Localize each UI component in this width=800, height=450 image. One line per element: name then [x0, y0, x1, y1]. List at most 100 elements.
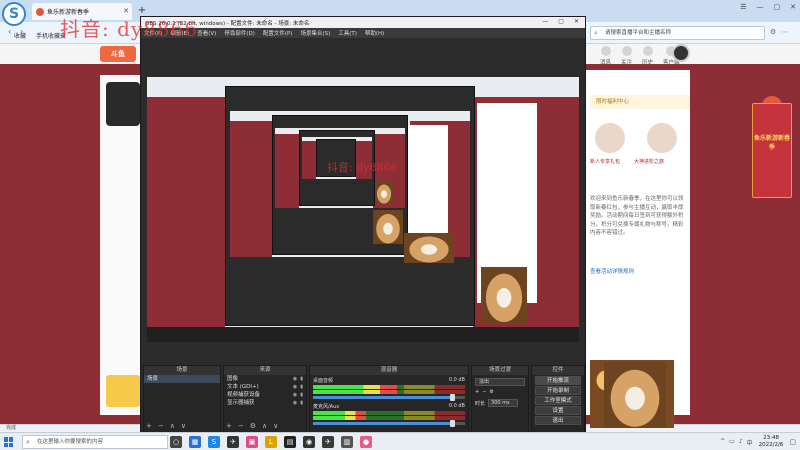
tab-close-icon[interactable]: ✕ — [123, 7, 129, 15]
scene-item[interactable]: 场景 — [144, 375, 220, 383]
app-icon[interactable]: ✈ — [227, 436, 239, 448]
lock-icon[interactable]: ▮ — [300, 399, 303, 407]
app-icon[interactable]: ● — [360, 436, 372, 448]
feature-row[interactable]: 限时福利中心 — [590, 95, 690, 109]
add-icon[interactable]: + — [475, 389, 479, 395]
streamer-avatar[interactable] — [106, 82, 140, 126]
browser-tab[interactable]: 鱼乐新游新春季 ✕ — [32, 3, 132, 20]
settings-button[interactable]: 设置 — [535, 406, 581, 415]
user-avatar[interactable] — [672, 44, 690, 62]
exit-button[interactable]: 退出 — [535, 416, 581, 425]
volume-icon[interactable]: ♪ — [739, 438, 743, 447]
windows-start-icon[interactable] — [4, 437, 14, 447]
volume-slider[interactable] — [313, 394, 465, 401]
remove-icon[interactable]: − — [238, 422, 244, 430]
menu-item-help[interactable]: 帮助(H) — [365, 29, 384, 37]
add-icon[interactable]: + — [226, 422, 232, 430]
lock-icon[interactable]: ▮ — [300, 391, 303, 399]
bookmark-label[interactable]: 收藏 — [14, 31, 26, 40]
chevron-down-icon[interactable]: ∨ — [273, 422, 278, 430]
captured-webcam — [373, 210, 403, 244]
app-icon[interactable]: ✈ — [322, 436, 334, 448]
menu-item-edit[interactable]: 编辑(E) — [170, 29, 189, 37]
menu-item-profile[interactable]: 配置文件(P) — [263, 29, 293, 37]
browser-window-controls: ☰ — ▢ ✕ — [740, 3, 796, 11]
browser-app-icon[interactable]: S — [208, 436, 220, 448]
close-icon[interactable]: ✕ — [790, 3, 796, 11]
more-icon[interactable]: ⋯ — [781, 28, 788, 36]
eye-icon[interactable]: ◉ — [293, 375, 297, 383]
app-icon[interactable]: ▦ — [189, 436, 201, 448]
nav-item-messages[interactable]: 消息 — [600, 44, 611, 66]
gear-icon[interactable]: ⚙ — [489, 389, 493, 395]
app-icon[interactable]: L — [265, 436, 277, 448]
remove-icon[interactable]: − — [158, 422, 164, 430]
nav-item-follow[interactable]: 关注 — [621, 44, 632, 66]
volume-slider-knob[interactable] — [449, 420, 455, 427]
gear-icon[interactable]: ⚙ — [250, 422, 256, 430]
ad-banner[interactable]: 鱼乐新游新春季 — [752, 103, 792, 198]
menu-item-view[interactable]: 查看(V) — [197, 29, 216, 37]
content-link[interactable]: 查看活动详情规则 — [590, 267, 634, 275]
clock-icon — [642, 46, 653, 56]
source-item[interactable]: 显示器捕获 ◉ ▮ — [224, 399, 306, 407]
site-logo[interactable]: 斗鱼 — [100, 46, 136, 62]
duration-input[interactable]: 300 ms — [488, 399, 519, 407]
menu-item-scene-collection[interactable]: 场景集合(S) — [300, 29, 330, 37]
ime-icon[interactable]: 中 — [747, 438, 753, 447]
minimize-icon[interactable]: — — [542, 18, 548, 25]
source-item[interactable]: 视频捕获设备 ◉ ▮ — [224, 391, 306, 399]
controls-dock-header: 控件 — [532, 366, 584, 375]
clock[interactable]: 23:48 2022/2/6 — [759, 435, 784, 449]
volume-slider[interactable] — [313, 420, 465, 427]
obs-app-icon[interactable]: ◉ — [303, 436, 315, 448]
feature-avatar[interactable] — [647, 123, 677, 153]
lock-icon[interactable]: ▮ — [300, 375, 303, 383]
close-icon[interactable]: ✕ — [574, 18, 579, 25]
maximize-icon[interactable]: ▢ — [558, 18, 564, 25]
taskbar-search-input[interactable]: ⌕ 在这里输入你要搜索的内容 — [22, 435, 168, 449]
network-icon[interactable]: ▭ — [729, 438, 735, 447]
notification-icon[interactable]: ▢ — [789, 438, 796, 446]
volume-slider-knob[interactable] — [449, 394, 455, 401]
source-item[interactable]: 文本 (GDI+) ◉ ▮ — [224, 383, 306, 391]
menu-item-file[interactable]: 文件(F) — [144, 29, 162, 37]
start-streaming-button[interactable]: 开始推流 — [535, 376, 581, 385]
obs-preview-canvas[interactable]: 抖音: dy8866 — [147, 77, 579, 342]
eye-icon[interactable]: ◉ — [293, 399, 297, 407]
menu-item-docks[interactable]: 停靠部件(D) — [224, 29, 255, 37]
chevron-down-icon[interactable]: ∨ — [181, 422, 186, 430]
chevron-up-icon[interactable]: ^ — [720, 438, 725, 447]
duration-label: 时长 — [475, 400, 486, 407]
app-icon[interactable]: ▥ — [341, 436, 353, 448]
feature-avatar[interactable] — [595, 123, 625, 153]
eye-icon[interactable]: ◉ — [293, 383, 297, 391]
remove-icon[interactable]: − — [482, 389, 486, 395]
extension-icon[interactable]: ⚙ — [770, 28, 776, 36]
bookmark-label[interactable]: 手机收藏夹 — [36, 31, 66, 40]
captured-obs-level-3 — [299, 130, 375, 206]
app-icon[interactable]: ▣ — [246, 436, 258, 448]
menu-item-tools[interactable]: 工具(T) — [338, 29, 357, 37]
chevron-up-icon[interactable]: ∧ — [262, 422, 267, 430]
browser-logo-icon[interactable]: S — [2, 2, 26, 26]
menu-icon[interactable]: ☰ — [740, 3, 746, 11]
chevron-up-icon[interactable]: ∧ — [170, 422, 175, 430]
source-item[interactable]: 图像 ◉ ▮ — [224, 375, 306, 383]
lock-icon[interactable]: ▮ — [300, 383, 303, 391]
maximize-icon[interactable]: ▢ — [774, 3, 781, 11]
back-icon[interactable]: ‹ — [8, 27, 11, 36]
start-recording-button[interactable]: 开始录制 — [535, 386, 581, 395]
minimize-icon[interactable]: — — [757, 3, 764, 11]
studio-mode-button[interactable]: 工作室模式 — [535, 396, 581, 405]
captured-obs-level-2 — [272, 115, 408, 255]
app-icon[interactable]: ▤ — [284, 436, 296, 448]
nav-item-history[interactable]: 历史 — [642, 44, 653, 66]
transition-select[interactable]: 淡出 — [475, 378, 525, 386]
obs-docks: 场景 场景 + − ∧ ∨ 来源 图像 ◉ ▮ 文本 (GDI+) ◉ ▮ 视频捕获设备… — [141, 365, 585, 433]
eye-icon[interactable]: ◉ — [293, 391, 297, 399]
left-feature-card[interactable] — [106, 375, 140, 407]
task-view-icon[interactable]: ○ — [170, 436, 182, 448]
right-search-input[interactable]: ⌕ 请搜索直播平台和主播名称 — [590, 26, 765, 40]
add-icon[interactable]: + — [146, 422, 152, 430]
